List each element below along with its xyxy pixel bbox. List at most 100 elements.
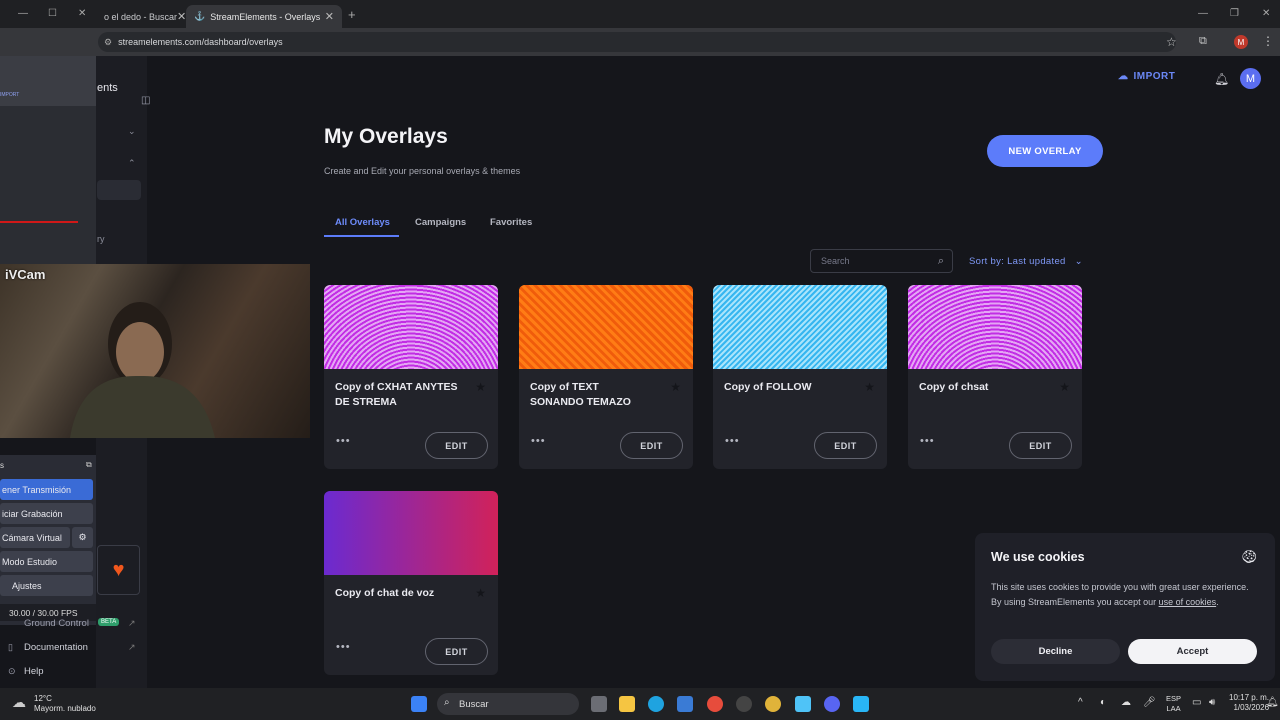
favorite-star-icon[interactable]: ★: [475, 380, 486, 394]
store-icon[interactable]: [677, 696, 693, 712]
close-tab-icon[interactable]: ✕: [325, 10, 334, 23]
favorite-star-icon[interactable]: ★: [475, 586, 486, 600]
tab-label: o el dedo - Buscar: [104, 11, 178, 22]
sort-dropdown[interactable]: Sort by: Last updated ⌄: [969, 256, 1083, 267]
edit-button[interactable]: EDIT: [620, 432, 683, 459]
favorite-star-icon[interactable]: ★: [864, 380, 875, 394]
accept-button[interactable]: Accept: [1128, 639, 1257, 664]
browser-restore-icon[interactable]: ❐: [1230, 8, 1239, 19]
more-options-icon[interactable]: •••: [725, 435, 740, 447]
beta-badge: BETA: [98, 618, 120, 626]
overlay-card[interactable]: Copy of FOLLOW ★ ••• EDIT: [713, 285, 887, 469]
settings-button[interactable]: Ajustes: [0, 575, 93, 596]
overlay-thumbnail[interactable]: [324, 285, 498, 369]
user-avatar[interactable]: M: [1240, 68, 1261, 89]
tray-app-icon[interactable]: ◐: [1100, 697, 1106, 708]
start-streaming-button[interactable]: ener Transmisión: [0, 479, 93, 500]
overlay-thumbnail[interactable]: [908, 285, 1082, 369]
sidebar-item-ground-control[interactable]: Ground Control: [24, 618, 89, 629]
windows-start-icon[interactable]: [411, 696, 427, 712]
overlay-thumbnail[interactable]: [324, 491, 498, 575]
browser-menu-icon[interactable]: ⋮: [1262, 34, 1274, 48]
new-tab-icon[interactable]: +: [348, 7, 356, 22]
language-indicator[interactable]: ESP LAA: [1166, 694, 1181, 714]
site-info-icon[interactable]: ⚙: [104, 37, 112, 48]
overlay-card[interactable]: Copy of TEXT SONANDO TEMAZO ★ ••• EDIT: [519, 285, 693, 469]
dock-popout-icon[interactable]: ⧉: [86, 460, 92, 470]
edge-icon[interactable]: [648, 696, 664, 712]
edit-button[interactable]: EDIT: [1009, 432, 1072, 459]
favorite-star-icon[interactable]: ★: [1059, 380, 1070, 394]
system-clock[interactable]: 10:17 p. m. 1/03/2026: [1229, 693, 1269, 713]
notepad-icon[interactable]: [795, 696, 811, 712]
url-field[interactable]: ⚙ streamelements.com/dashboard/overlays: [98, 32, 1176, 52]
more-options-icon[interactable]: •••: [531, 435, 546, 447]
taskbar-search[interactable]: ⌕ Buscar: [437, 693, 579, 715]
sidebar-item-documentation[interactable]: Documentation: [24, 642, 88, 653]
file-explorer-icon[interactable]: [619, 696, 635, 712]
bookmark-star-icon[interactable]: ☆: [1166, 35, 1177, 49]
chrome-icon[interactable]: [765, 696, 781, 712]
sidebar-item-help[interactable]: Help: [24, 666, 44, 677]
weather-widget[interactable]: 12°C Mayorm. nublado: [34, 694, 96, 714]
keyboard-layout: LAA: [1166, 704, 1181, 713]
more-options-icon[interactable]: •••: [336, 435, 351, 447]
external-link-icon[interactable]: ↗: [128, 618, 136, 629]
virtual-camera-settings-icon[interactable]: ⚙: [72, 527, 93, 548]
new-overlay-button[interactable]: NEW OVERLAY: [987, 135, 1103, 167]
volume-icon[interactable]: 🔊︎: [1209, 697, 1215, 708]
app-icon[interactable]: [853, 696, 869, 712]
chevron-down-icon[interactable]: ⌄: [128, 126, 136, 137]
weather-icon[interactable]: ☁: [12, 694, 26, 711]
tab-all-overlays[interactable]: All Overlays: [335, 217, 390, 228]
import-button[interactable]: ☁ IMPORT: [1118, 71, 1175, 82]
profile-avatar[interactable]: M: [1234, 35, 1248, 49]
browser-close-icon[interactable]: ✕: [1262, 8, 1270, 19]
browser-tab-overlays[interactable]: ⚓ StreamElements - Overlays ✕: [186, 5, 342, 28]
decline-button[interactable]: Decline: [991, 639, 1120, 664]
chevron-up-icon[interactable]: ⌃: [128, 158, 136, 169]
network-icon[interactable]: ▭: [1192, 697, 1201, 708]
close-icon[interactable]: ✕: [78, 8, 86, 19]
minimize-icon[interactable]: —: [18, 8, 28, 19]
start-recording-button[interactable]: iciar Grabación: [0, 503, 93, 524]
overlay-card[interactable]: Copy of chsat ★ ••• EDIT: [908, 285, 1082, 469]
overlay-thumbnail[interactable]: [519, 285, 693, 369]
more-options-icon[interactable]: •••: [336, 641, 351, 653]
close-tab-icon[interactable]: ✕: [177, 10, 186, 23]
more-options-icon[interactable]: •••: [920, 435, 935, 447]
onedrive-icon[interactable]: ☁: [1121, 697, 1131, 708]
obs-icon[interactable]: [736, 696, 752, 712]
edit-button[interactable]: EDIT: [425, 432, 488, 459]
maximize-icon[interactable]: ☐: [48, 8, 57, 19]
music-app-icon[interactable]: [707, 696, 723, 712]
page-subtitle: Create and Edit your personal overlays &…: [324, 166, 521, 176]
external-link-icon[interactable]: ↗: [128, 642, 136, 653]
task-view-icon[interactable]: [591, 696, 607, 712]
studio-mode-button[interactable]: Modo Estudio: [0, 551, 93, 572]
edit-button[interactable]: EDIT: [425, 638, 488, 665]
search-icon[interactable]: ⌕: [938, 255, 944, 268]
collapse-sidebar-icon[interactable]: ◫: [141, 95, 150, 106]
edit-button[interactable]: EDIT: [814, 432, 877, 459]
bell-icon[interactable]: 🔔︎: [1214, 72, 1229, 86]
extensions-icon[interactable]: ⧉: [1199, 35, 1207, 48]
discord-icon[interactable]: [824, 696, 840, 712]
microphone-icon[interactable]: 🎤︎: [1143, 697, 1156, 708]
sidebar-item-active[interactable]: [97, 180, 141, 200]
overlay-title: Copy of FOLLOW: [724, 381, 812, 393]
tray-chevron-up-icon[interactable]: ^: [1078, 697, 1083, 708]
browser-minimize-icon[interactable]: —: [1198, 8, 1208, 19]
tab-favorites[interactable]: Favorites: [490, 217, 532, 228]
heart-icon[interactable]: ♥: [97, 545, 140, 595]
overlay-thumbnail[interactable]: [713, 285, 887, 369]
search-input[interactable]: Search ⌕: [810, 249, 953, 273]
virtual-camera-button[interactable]: Cámara Virtual: [0, 527, 70, 548]
tab-campaigns[interactable]: Campaigns: [415, 217, 466, 228]
cookie-policy-link[interactable]: use of cookies: [1159, 597, 1217, 607]
overlay-card[interactable]: Copy of chat de voz ★ ••• EDIT: [324, 491, 498, 675]
overlay-card[interactable]: Copy of CXHAT ANYTES DE STREMA ★ ••• EDI…: [324, 285, 498, 469]
notifications-icon[interactable]: 🔔︎: [1266, 697, 1279, 708]
browser-tab-search[interactable]: o el dedo - Buscar ✕: [96, 5, 186, 28]
favorite-star-icon[interactable]: ★: [670, 380, 681, 394]
